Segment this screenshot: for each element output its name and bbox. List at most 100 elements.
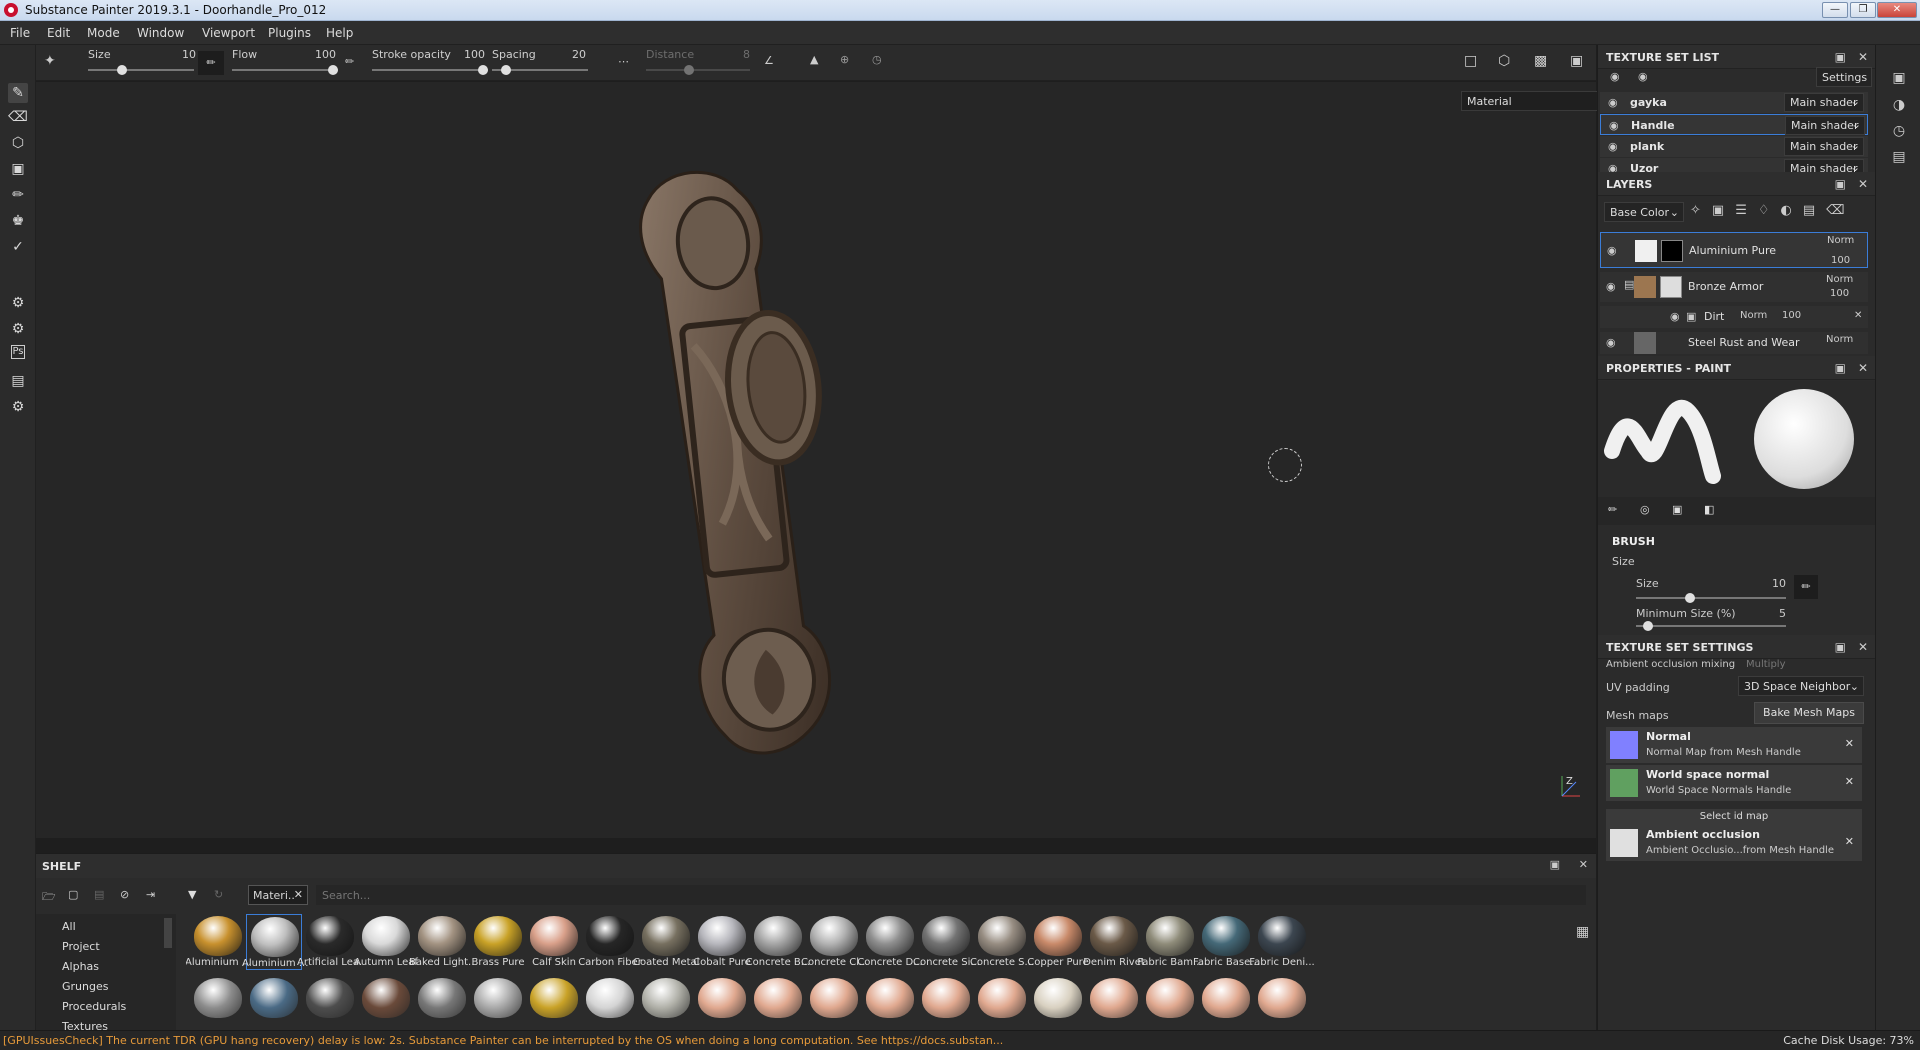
line-tool-icon[interactable]: ∠ [764,54,774,67]
float-panel-icon[interactable]: ▣ [1550,858,1560,871]
layer-row[interactable]: ◉ ▣ Dirt Norm 100 ✕ [1600,306,1868,328]
grid-view-icon[interactable]: ▦ [1576,924,1589,940]
select-id-map-button[interactable]: Select id map [1606,809,1862,825]
material-thumbnail[interactable] [698,978,746,1018]
material-thumbnail[interactable] [586,978,634,1018]
menu-mode[interactable]: Mode [87,26,120,40]
material-thumbnail[interactable]: Brass Pure [470,914,526,970]
material-thumbnail[interactable]: Carbon Fiber [578,914,642,970]
menu-file[interactable]: File [10,26,30,40]
close-panel-icon[interactable]: ✕ [1579,858,1588,871]
shelf-filter-tag[interactable]: Materi.. ✕ [248,885,308,905]
size-slider-knob[interactable] [116,65,127,75]
material-picker-icon[interactable]: ⚙ [8,319,28,339]
layer-opacity[interactable]: 100 [1782,310,1801,321]
spacing-slider-knob[interactable] [500,65,511,75]
material-thumbnail[interactable] [194,978,242,1018]
ao-mixing-value[interactable]: Multiply [1746,659,1786,670]
status-message[interactable]: [GPUIssuesCheck] The current TDR (GPU ha… [3,1034,1753,1047]
eye-icon[interactable]: ◉ [1608,140,1618,153]
screenshot-icon[interactable]: ▣ [1570,53,1583,69]
menu-help[interactable]: Help [326,26,353,40]
material-thumbnail[interactable]: Concrete Si... [913,914,979,970]
blend-mode-select[interactable]: Norm [1740,310,1767,321]
distance-slider[interactable] [646,65,750,75]
symmetry-icon[interactable]: ▲ [810,53,818,66]
size-slider[interactable] [88,65,194,75]
symmetry-options-icon[interactable]: ⊕ [840,53,849,66]
material-thumbnail[interactable] [1202,978,1250,1018]
material-thumbnail[interactable] [1146,978,1194,1018]
add-folder-icon[interactable]: ▤ [1803,203,1826,218]
blend-mode-select[interactable]: Norm [1826,334,1853,345]
min-size-slider-knob[interactable] [1643,621,1653,631]
layer-row[interactable]: ◉ ▤ Bronze Armor Norm 100 [1600,272,1868,302]
mesh-map-row[interactable]: Normal Normal Map from Mesh Handle ✕ [1606,727,1862,763]
paint-brush-icon[interactable]: ✎ [8,83,28,103]
layer-opacity[interactable]: 100 [1830,288,1849,299]
photoshop-export-icon[interactable]: Ps [11,345,25,359]
float-panel-icon[interactable]: ▣ [1835,177,1846,191]
display-settings-icon[interactable]: ⬡ [1498,53,1510,69]
brush-preset-icon[interactable]: ✦ [44,53,56,69]
pen-pressure-icon[interactable]: ✏ [198,51,224,75]
projection-icon[interactable]: ⬡ [8,133,28,153]
add-mask-icon[interactable]: ▣ [1712,203,1735,218]
material-thumbnail[interactable]: Denim Rivet [1083,914,1145,970]
material-thumbnail[interactable] [1034,978,1082,1018]
distance-slider-knob[interactable] [683,65,694,75]
history-icon[interactable]: ◷ [1890,123,1908,141]
brush-size-slider[interactable] [1636,593,1786,603]
material-thumbnail[interactable]: Coated Metal [633,914,699,970]
shelf-search-input[interactable] [316,885,1586,905]
material-thumbnail[interactable] [642,978,690,1018]
mesh-map-row[interactable]: Ambient occlusion Ambient Occlusio...from… [1606,825,1862,861]
material-thumbnail[interactable] [418,978,466,1018]
material-thumbnail[interactable] [810,978,858,1018]
material-thumbnail[interactable] [530,978,578,1018]
import-icon[interactable]: ⇥ [146,888,155,901]
shader-select[interactable]: Main shader ⌄ [1785,116,1865,135]
material-thumbnail[interactable] [978,978,1026,1018]
float-panel-icon[interactable]: ▣ [1835,640,1846,654]
eye-icon[interactable]: ◉ [1606,336,1616,349]
export-textures-icon[interactable]: ▤ [8,371,28,391]
flow-pressure-icon[interactable]: ✏ [345,55,354,68]
menu-edit[interactable]: Edit [47,26,70,40]
tab-material-icon[interactable]: ◧ [1704,503,1714,516]
add-fill-layer-icon[interactable]: ♢ [1758,203,1781,218]
material-thumbnail[interactable] [362,978,410,1018]
float-panel-icon[interactable]: ▣ [1835,361,1846,375]
material-thumbnail[interactable] [866,978,914,1018]
remove-effect-icon[interactable]: ✕ [1854,310,1862,321]
maximize-button[interactable]: ❐ [1850,2,1876,18]
texture-set-settings-dropdown[interactable]: Settings [1816,67,1872,87]
visibility-icon[interactable]: ◉ [1638,70,1648,83]
material-thumbnail[interactable]: Baked Light... [409,914,475,970]
blend-mode-select[interactable]: Norm [1827,235,1854,246]
material-thumbnail[interactable]: Autumn Leaf [354,914,418,970]
texture-set-row[interactable]: ◉ plank Main shader ⌄ [1600,136,1868,157]
minimize-button[interactable]: — [1822,2,1848,18]
float-panel-icon[interactable]: ▣ [1835,50,1846,64]
channel-select[interactable]: Base Color ⌄ [1604,202,1684,222]
add-layer-icon[interactable]: ☰ [1735,203,1758,218]
solo-mode-icon[interactable]: ◉ [1610,70,1620,83]
brush-size-slider-knob[interactable] [1685,593,1695,603]
shader-select[interactable]: Main shader ⌄ [1784,137,1864,156]
lazy-mouse-icon[interactable]: ⋯ [618,55,629,68]
save-preset-icon[interactable]: ▤ [94,888,104,901]
spacing-slider[interactable] [492,65,588,75]
stroke-opacity-slider-knob[interactable] [478,65,488,75]
menu-viewport[interactable]: Viewport [202,26,255,40]
material-thumbnail[interactable]: Fabric Bam... [1137,914,1203,970]
eye-icon[interactable]: ◉ [1670,310,1680,323]
category-scrollbar[interactable] [164,918,172,948]
texture-set-row[interactable]: ◉ Handle Main shader ⌄ [1600,114,1868,135]
blend-mode-select[interactable]: Norm [1826,274,1853,285]
eraser-icon[interactable]: ⌫ [8,107,28,127]
remove-map-icon[interactable]: ✕ [1845,737,1854,750]
log-icon[interactable]: ▤ [1890,149,1908,167]
display-settings-icon[interactable]: ◑ [1890,97,1908,115]
close-panel-icon[interactable]: ✕ [1858,50,1868,64]
